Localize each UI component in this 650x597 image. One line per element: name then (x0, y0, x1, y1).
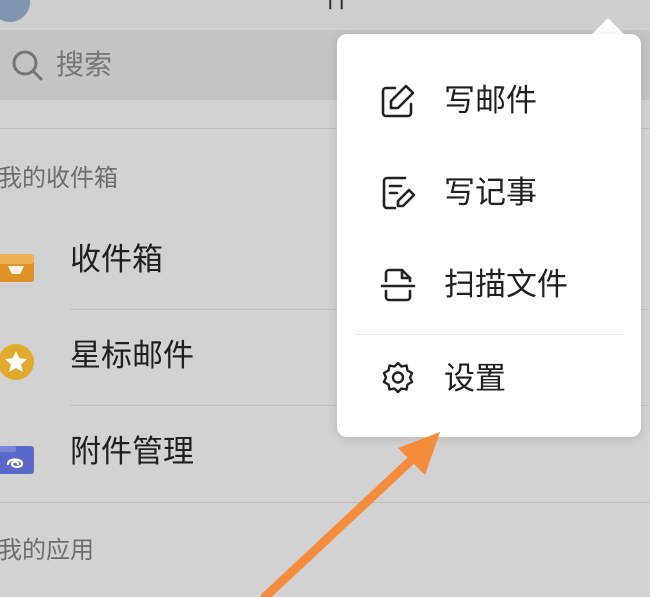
popup-notch (592, 18, 624, 34)
gear-icon (382, 361, 414, 394)
menu-item-label: 设置 (444, 361, 506, 397)
more-options-popup-menu: 写邮件 写记事 扫描文件 设置 (337, 34, 641, 437)
scan-document-icon (380, 268, 416, 302)
menu-item-write-note[interactable]: 写记事 (337, 148, 641, 240)
menu-item-compose-mail[interactable]: 写邮件 (337, 56, 641, 148)
menu-item-scan-file[interactable]: 扫描文件 (337, 240, 641, 332)
note-edit-icon (382, 176, 416, 210)
menu-item-label: 写邮件 (444, 83, 537, 119)
menu-item-label: 写记事 (444, 175, 537, 211)
menu-item-settings[interactable]: 设置 (337, 334, 641, 426)
compose-edit-icon (381, 84, 415, 118)
menu-item-label: 扫描文件 (444, 267, 568, 303)
mail-app-screen: 件 搜索 我的收件箱 收件箱 星标邮件 附件管理 我的应用 (0, 0, 650, 597)
